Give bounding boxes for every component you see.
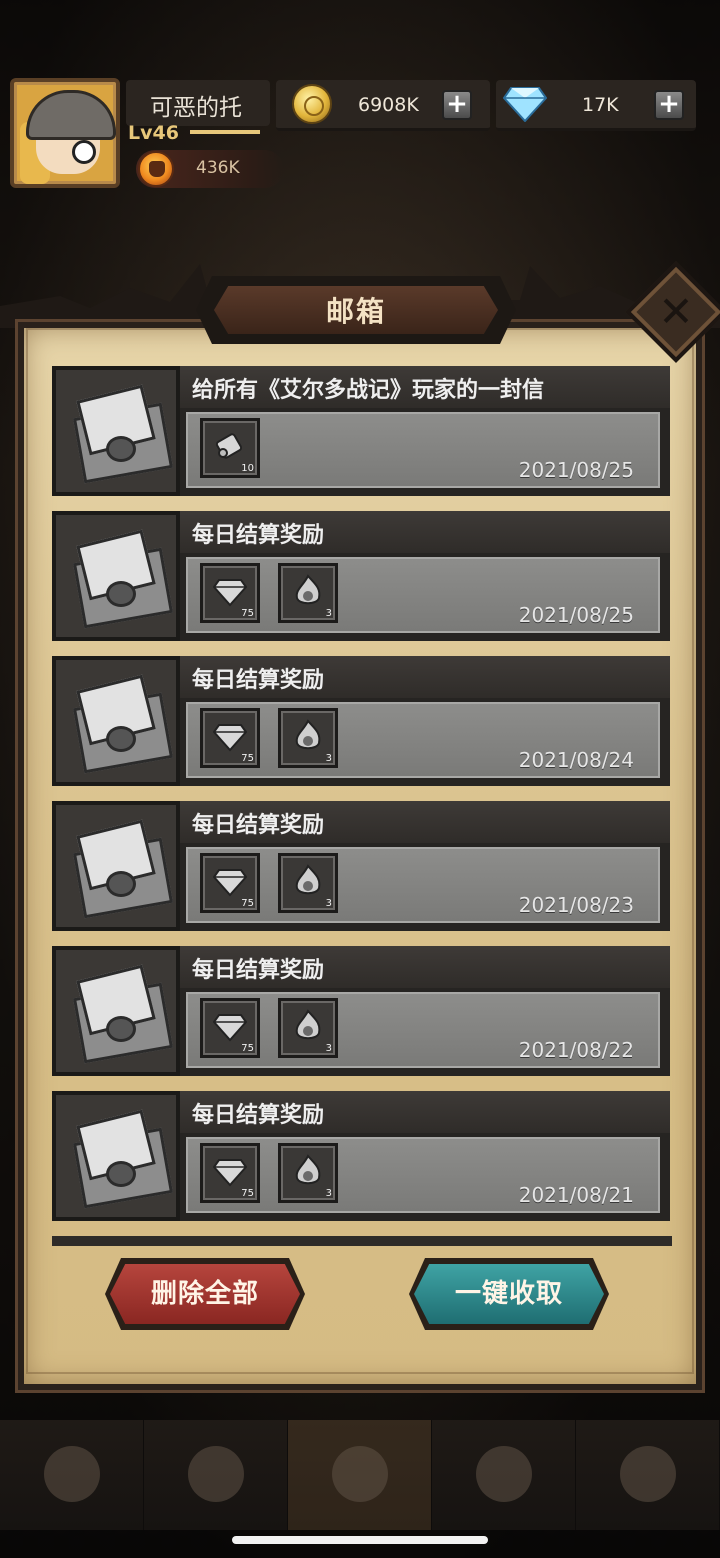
- top-hud: 可恶的托 Lv46 436K 6908K + 17K +: [0, 0, 720, 200]
- mail-title: 每日结算奖励: [192, 523, 325, 548]
- diamond-icon: [213, 579, 247, 607]
- envelope-icon: [52, 366, 180, 496]
- gem-icon: [503, 87, 547, 122]
- avatar[interactable]: [10, 78, 120, 188]
- delete-all-button[interactable]: 删除全部: [110, 1264, 300, 1324]
- flame-token-icon: [295, 1009, 321, 1040]
- mail-item[interactable]: 每日结算奖励 75 3 2021/08/23: [52, 801, 672, 931]
- battle-icon: [331, 1446, 388, 1502]
- player-level: Lv46: [128, 122, 179, 144]
- mail-date: 2021/08/24: [518, 748, 634, 772]
- tab-guild[interactable]: [432, 1420, 576, 1530]
- mail-title: 每日结算奖励: [192, 668, 325, 693]
- mail-title: 每日结算奖励: [192, 1103, 325, 1128]
- player-name: 可恶的托: [150, 95, 242, 121]
- shop-icon: [619, 1446, 676, 1502]
- reward-slot[interactable]: 3: [278, 853, 338, 913]
- bottom-tab-bar: [0, 1420, 720, 1530]
- home-indicator[interactable]: [232, 1536, 488, 1544]
- reward-slot[interactable]: 75: [200, 708, 260, 768]
- mail-title: 每日结算奖励: [192, 958, 325, 983]
- avatar-eye: [72, 140, 96, 164]
- tab-heroes[interactable]: [0, 1420, 144, 1530]
- mail-item[interactable]: 每日结算奖励 75 3 2021/08/22: [52, 946, 672, 1076]
- reward-quantity: 3: [325, 753, 332, 764]
- hero-icon: [43, 1446, 100, 1502]
- tab-shop[interactable]: [576, 1420, 720, 1530]
- reward-quantity: 3: [325, 898, 332, 909]
- reward-quantity: 3: [325, 608, 332, 619]
- fist-icon: [138, 151, 174, 187]
- mail-title: 每日结算奖励: [192, 813, 325, 838]
- flame-token-icon: [295, 864, 321, 895]
- mail-list[interactable]: 给所有《艾尔多战记》玩家的一封信 10 2021/08/25 每日结算奖励 75: [52, 366, 672, 1246]
- panel-title: 邮箱: [325, 295, 386, 328]
- reward-slot[interactable]: 3: [278, 1143, 338, 1203]
- mail-item[interactable]: 给所有《艾尔多战记》玩家的一封信 10 2021/08/25: [52, 366, 672, 496]
- reward-quantity: 3: [325, 1043, 332, 1054]
- reward-slot[interactable]: 75: [200, 998, 260, 1058]
- reward-quantity: 3: [325, 1188, 332, 1199]
- avatar-helmet: [26, 90, 116, 140]
- reward-slot[interactable]: 75: [200, 1143, 260, 1203]
- add-gem-button[interactable]: +: [654, 90, 684, 120]
- diamond-icon: [213, 869, 247, 897]
- envelope-icon: [52, 1091, 180, 1221]
- reward-quantity: 75: [241, 753, 254, 764]
- claim-all-button[interactable]: 一键收取: [414, 1264, 604, 1324]
- mail-item[interactable]: 每日结算奖励 75 3 2021/08/21: [52, 1091, 672, 1221]
- gold-value: 6908K: [358, 94, 419, 116]
- gem-value: 17K: [582, 94, 619, 116]
- mail-date: 2021/08/22: [518, 1038, 634, 1062]
- mail-date: 2021/08/21: [518, 1183, 634, 1207]
- mail-title: 给所有《艾尔多战记》玩家的一封信: [192, 378, 545, 403]
- mail-date: 2021/08/23: [518, 893, 634, 917]
- tab-battle[interactable]: [288, 1420, 432, 1530]
- flame-token-icon: [295, 1154, 321, 1185]
- reward-slot[interactable]: 3: [278, 563, 338, 623]
- guild-icon: [475, 1446, 532, 1502]
- diamond-icon: [213, 1014, 247, 1042]
- reward-slot[interactable]: 3: [278, 708, 338, 768]
- next-mail-peek: [52, 1236, 672, 1246]
- scroll-icon: [215, 433, 243, 459]
- reward-quantity: 75: [241, 1043, 254, 1054]
- envelope-icon: [52, 511, 180, 641]
- flame-token-icon: [295, 574, 321, 605]
- reward-quantity: 75: [241, 1188, 254, 1199]
- reward-slot[interactable]: 10: [200, 418, 260, 478]
- add-gold-button[interactable]: +: [442, 90, 472, 120]
- reward-slot[interactable]: 75: [200, 563, 260, 623]
- mail-item[interactable]: 每日结算奖励 75 3 2021/08/24: [52, 656, 672, 786]
- gold-coin-icon: [292, 84, 332, 124]
- team-icon: [187, 1446, 244, 1502]
- reward-quantity: 10: [241, 463, 254, 474]
- power-value: 436K: [196, 158, 240, 178]
- tab-team[interactable]: [144, 1420, 288, 1530]
- exp-bar: [190, 130, 260, 134]
- mail-date: 2021/08/25: [518, 603, 634, 627]
- envelope-icon: [52, 801, 180, 931]
- diamond-icon: [213, 724, 247, 752]
- reward-slot[interactable]: 3: [278, 998, 338, 1058]
- envelope-icon: [52, 946, 180, 1076]
- reward-slot[interactable]: 75: [200, 853, 260, 913]
- diamond-icon: [213, 1159, 247, 1187]
- mail-date: 2021/08/25: [518, 458, 634, 482]
- flame-token-icon: [295, 719, 321, 750]
- envelope-icon: [52, 656, 180, 786]
- mail-item[interactable]: 每日结算奖励 75 3 2021/08/25: [52, 511, 672, 641]
- reward-quantity: 75: [241, 608, 254, 619]
- close-icon[interactable]: ✕: [640, 276, 712, 348]
- reward-quantity: 75: [241, 898, 254, 909]
